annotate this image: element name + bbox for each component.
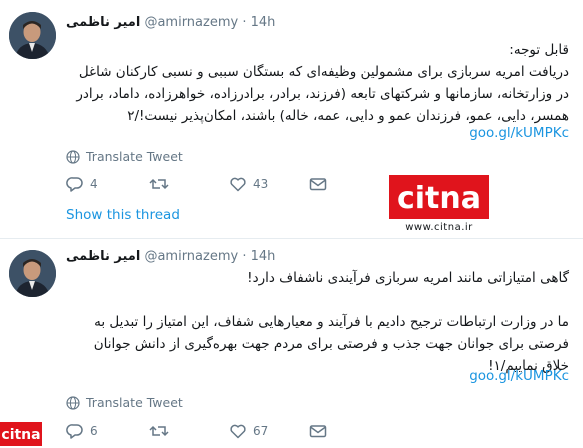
svg-text:citna: citna bbox=[397, 181, 481, 216]
tweet-line: ما در وزارت ارتباطات ترجیح دادیم با فرآی… bbox=[94, 314, 569, 330]
tweet-text: قابل توجه: دریافت امریه سربازی برای مشمو… bbox=[66, 39, 569, 127]
dm-button[interactable] bbox=[309, 423, 327, 439]
svg-text:citna: citna bbox=[1, 427, 40, 443]
tweet-header: امیر ناظمی @amirnazemy · 14h bbox=[66, 15, 275, 30]
tweet-line: در وزارتخانه، سازمانها و شرکتهای تابعه (… bbox=[76, 86, 569, 102]
avatar-photo bbox=[9, 250, 56, 297]
separator: · bbox=[242, 15, 247, 30]
like-button[interactable]: 67 bbox=[229, 423, 268, 439]
tweet-2[interactable]: امیر ناظمی @amirnazemy · 14h گاهی امتیاز… bbox=[0, 238, 583, 448]
heart-icon bbox=[230, 177, 246, 192]
timestamp[interactable]: 14h bbox=[251, 15, 276, 30]
envelope-icon bbox=[309, 425, 327, 438]
tweet-actions: 6 67 bbox=[66, 423, 366, 447]
reply-icon bbox=[66, 424, 83, 439]
translate-label: Translate Tweet bbox=[86, 149, 183, 164]
tweet-text: گاهی امتیازاتی مانند امریه سربازی فرآیند… bbox=[66, 267, 569, 377]
separator: · bbox=[242, 249, 247, 264]
like-count: 67 bbox=[253, 424, 269, 438]
reply-icon bbox=[66, 177, 83, 192]
tweet-line: دریافت امریه سربازی برای مشمولین وظیفه‌ا… bbox=[78, 64, 569, 80]
reply-count: 6 bbox=[90, 424, 98, 438]
tweet-line: قابل توجه: bbox=[509, 42, 569, 58]
translate-label: Translate Tweet bbox=[86, 395, 183, 410]
globe-icon bbox=[66, 149, 80, 164]
retweet-icon bbox=[149, 178, 169, 190]
tweet-link[interactable]: goo.gl/kUMPKc bbox=[469, 125, 569, 141]
author-handle[interactable]: @amirnazemy bbox=[144, 249, 238, 264]
tweet-1[interactable]: امیر ناظمی @amirnazemy · 14h قابل توجه: … bbox=[0, 0, 583, 238]
translate-tweet[interactable]: Translate Tweet bbox=[66, 395, 183, 410]
avatar-photo bbox=[9, 12, 56, 59]
dm-button[interactable] bbox=[309, 176, 327, 192]
reply-button[interactable]: 4 bbox=[66, 176, 98, 192]
tweet-link[interactable]: goo.gl/kUMPKc bbox=[469, 368, 569, 384]
timestamp[interactable]: 14h bbox=[251, 249, 276, 264]
reply-count: 4 bbox=[90, 177, 98, 191]
translate-tweet[interactable]: Translate Tweet bbox=[66, 149, 183, 164]
avatar[interactable] bbox=[9, 12, 56, 59]
tweet-line: همسر، دایی، عمو، فرزندان عمو و دایی، عمه… bbox=[127, 108, 569, 124]
heart-icon bbox=[230, 424, 246, 439]
retweet-icon bbox=[149, 425, 169, 437]
like-button[interactable]: 43 bbox=[229, 176, 268, 192]
tweet-line: گاهی امتیازاتی مانند امریه سربازی فرآیند… bbox=[247, 270, 569, 286]
retweet-button[interactable] bbox=[149, 176, 175, 192]
reply-button[interactable]: 6 bbox=[66, 423, 98, 439]
show-thread-link[interactable]: Show this thread bbox=[66, 207, 180, 223]
avatar[interactable] bbox=[9, 250, 56, 297]
tweet-line: فرصتی برای جوانان جهت جذب و فرصتی برای م… bbox=[93, 336, 569, 352]
author-name[interactable]: امیر ناظمی bbox=[66, 249, 140, 264]
citna-watermark-logo: citna www.citna.ir bbox=[389, 175, 489, 233]
envelope-icon bbox=[309, 178, 327, 191]
tweet-header: امیر ناظمی @amirnazemy · 14h bbox=[66, 249, 275, 264]
citna-corner-logo: citna bbox=[0, 422, 42, 446]
author-handle[interactable]: @amirnazemy bbox=[144, 15, 238, 30]
svg-text:www.citna.ir: www.citna.ir bbox=[405, 222, 473, 233]
author-name[interactable]: امیر ناظمی bbox=[66, 15, 140, 30]
tweet-actions: 4 43 bbox=[66, 176, 366, 200]
like-count: 43 bbox=[253, 177, 269, 191]
globe-icon bbox=[66, 395, 80, 410]
retweet-button[interactable] bbox=[149, 423, 175, 439]
